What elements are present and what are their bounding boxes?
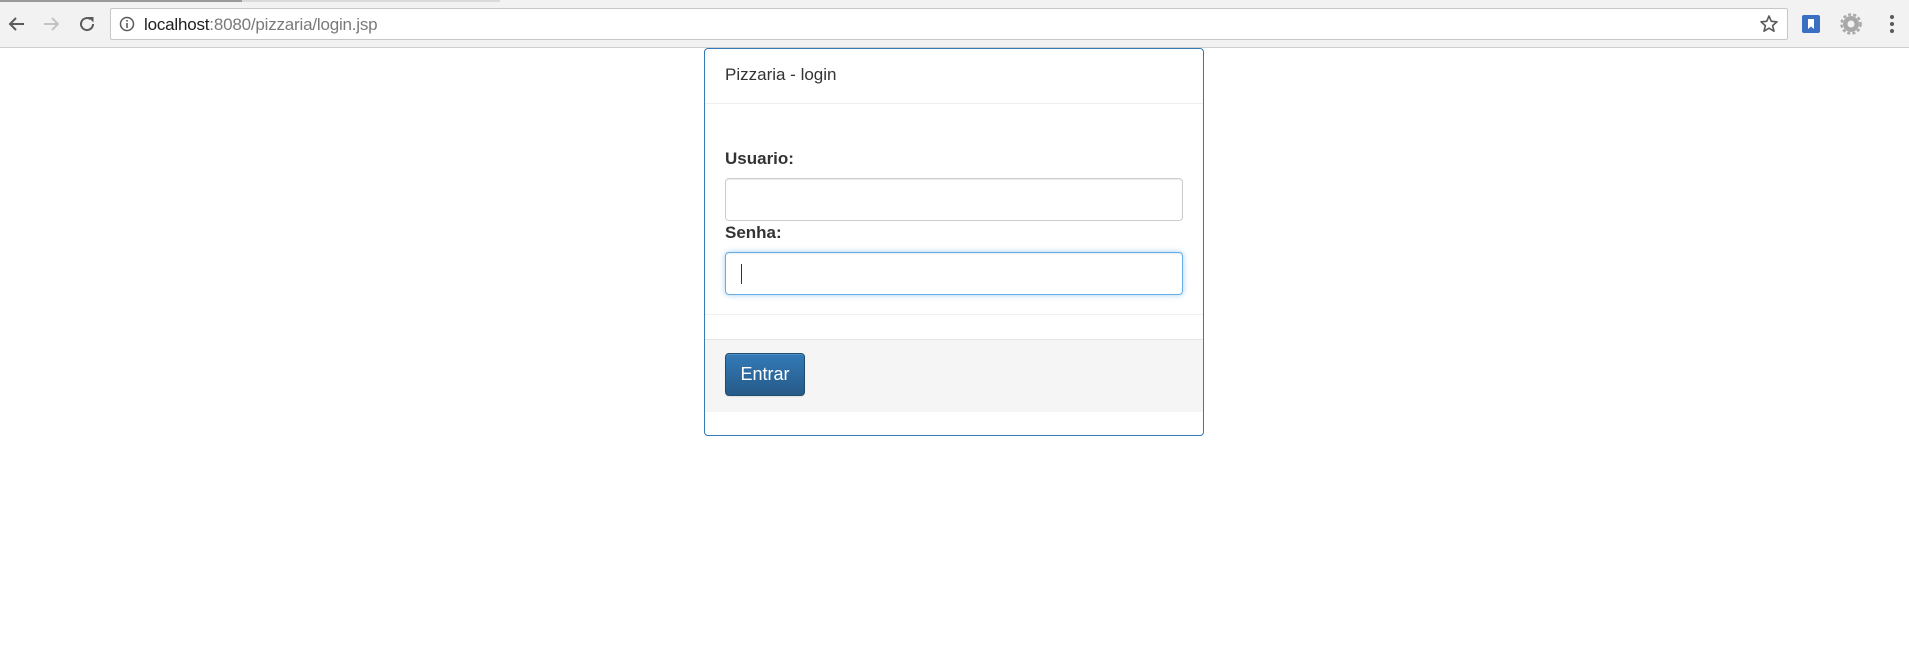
divider bbox=[705, 314, 1203, 315]
url-text[interactable]: localhost:8080/pizzaria/login.jsp bbox=[144, 15, 378, 34]
arrow-left-icon bbox=[8, 17, 24, 31]
tab-strip bbox=[0, 0, 500, 2]
panel-footer: Entrar bbox=[705, 339, 1203, 412]
bookmark-icon bbox=[1802, 15, 1820, 33]
submit-button[interactable]: Entrar bbox=[725, 353, 805, 396]
reload-icon bbox=[80, 17, 95, 32]
text-caret bbox=[741, 264, 742, 284]
address-bar[interactable]: localhost:8080/pizzaria/login.jsp bbox=[110, 8, 1788, 40]
forward-button[interactable] bbox=[39, 12, 63, 36]
gear-icon bbox=[1840, 13, 1862, 35]
panel-title: Pizzaria - login bbox=[705, 49, 1203, 104]
bookmark-extension-button[interactable] bbox=[1799, 12, 1823, 36]
browser-menu-button[interactable] bbox=[1880, 12, 1904, 36]
username-label: Usuario: bbox=[725, 149, 794, 168]
star-icon[interactable] bbox=[1759, 14, 1779, 34]
password-label: Senha: bbox=[725, 223, 782, 242]
back-button[interactable] bbox=[5, 12, 29, 36]
url-host: localhost bbox=[144, 15, 210, 34]
settings-extension-button[interactable] bbox=[1839, 12, 1863, 36]
browser-toolbar: localhost:8080/pizzaria/login.jsp bbox=[0, 0, 1909, 48]
username-input[interactable] bbox=[725, 178, 1183, 221]
reload-button[interactable] bbox=[75, 12, 99, 36]
url-path: :8080/pizzaria/login.jsp bbox=[209, 15, 378, 34]
password-input[interactable] bbox=[725, 252, 1183, 295]
arrow-right-icon bbox=[44, 17, 60, 31]
info-icon[interactable] bbox=[119, 16, 135, 32]
vertical-dots-icon bbox=[1890, 15, 1894, 33]
login-panel: Pizzaria - login Usuario: Senha: Entrar bbox=[704, 48, 1204, 436]
